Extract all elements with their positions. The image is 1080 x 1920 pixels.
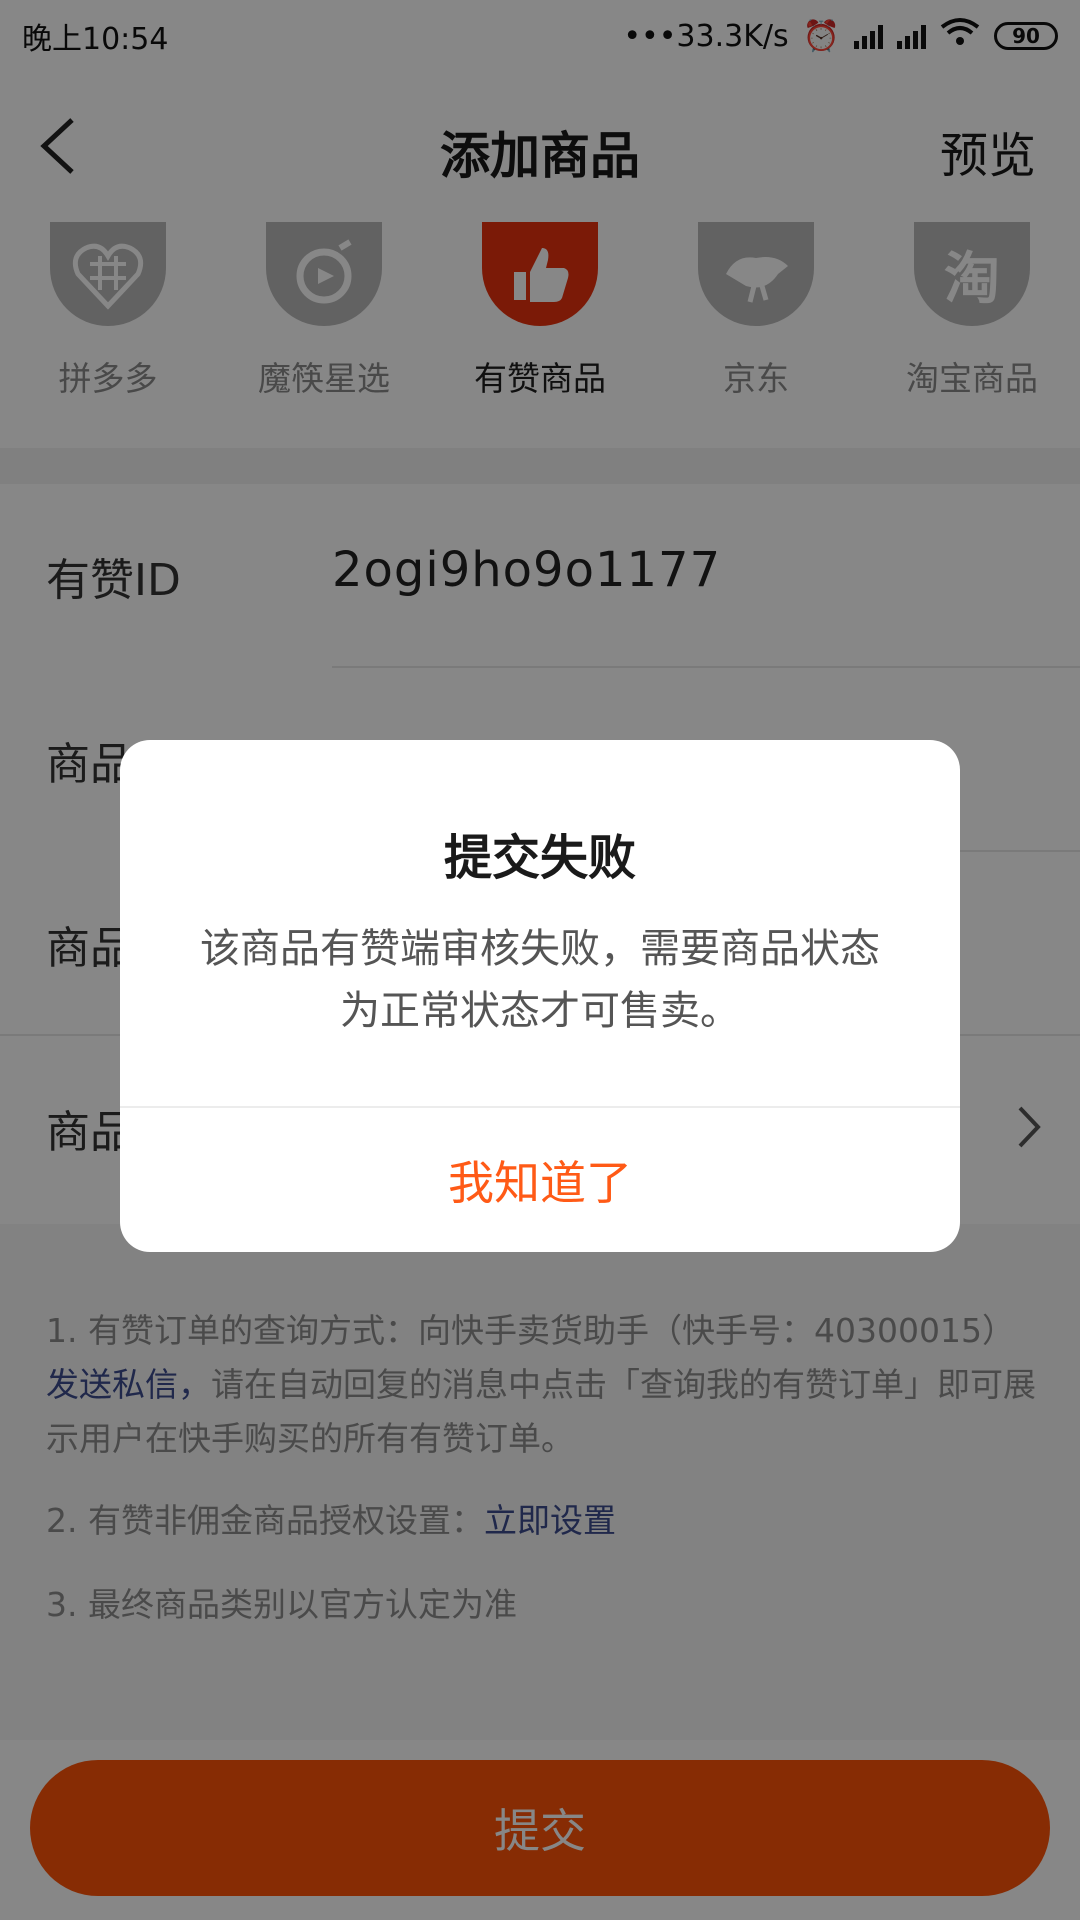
dialog-message: 该商品有赞端审核失败，需要商品状态为正常状态才可售卖。 — [200, 926, 880, 1034]
confirm-button[interactable]: 我知道了 — [120, 1108, 960, 1252]
dialog-title: 提交失败 — [443, 830, 636, 886]
add-product-screen: 晚上10:54 •••33.3K/s ⏰ 90 添加商品 预览 拼多多 魔筷星选… — [0, 0, 1080, 1920]
error-dialog: 提交失败 该商品有赞端审核失败，需要商品状态为正常状态才可售卖。 我知道了 — [120, 740, 960, 1252]
